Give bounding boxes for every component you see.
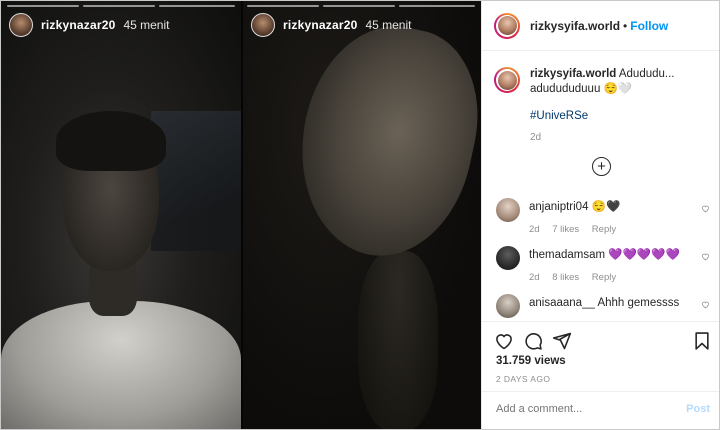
comment-reply[interactable]: Reply — [592, 224, 616, 235]
comment-item: themadamsam 💜💜💜💜💜 2d 8 likes Reply — [496, 246, 716, 285]
comment-avatar[interactable] — [496, 294, 520, 318]
hashtag-link[interactable]: #UniveRSe — [530, 109, 710, 124]
comment-item: anisaaana__ Ahhh gemessss — [496, 294, 716, 318]
background-window — [151, 111, 241, 251]
caption-age: 2d — [530, 132, 542, 143]
load-more-comments-icon[interactable]: + — [592, 157, 611, 176]
heart-icon[interactable] — [701, 300, 710, 309]
comment-avatar[interactable] — [496, 246, 520, 270]
story-progress-bar — [159, 5, 235, 7]
post-caption: rizkysyifa.world Adududu... adudududuuu … — [494, 67, 712, 145]
post-header: rizkysyifa.world • Follow — [482, 1, 719, 51]
comment-likes[interactable]: 8 likes — [552, 272, 579, 283]
story-time: 45 menit — [365, 18, 412, 32]
follow-button[interactable]: Follow — [630, 19, 668, 33]
divider — [482, 391, 719, 392]
comment-age: 2d — [529, 272, 540, 283]
story-progress-bar — [83, 5, 155, 7]
post-sidebar: rizkysyifa.world • Follow rizkysyifa.wor… — [481, 1, 719, 429]
story-username[interactable]: rizkynazar20 — [283, 18, 357, 32]
comment-text: Ahhh gemessss — [597, 297, 680, 309]
story-frame-right: rizkynazar20 45 menit — [243, 1, 481, 429]
comment-item: anjaniptri04 😌🖤 2d 7 likes Reply — [496, 198, 716, 237]
add-comment-input[interactable] — [496, 403, 676, 415]
caption-avatar[interactable] — [494, 67, 520, 93]
story-progress-bar — [323, 5, 395, 7]
man-hair — [56, 111, 166, 171]
post-media[interactable]: rizkynazar20 45 menit rizkynazar20 45 me… — [1, 1, 481, 429]
comment-avatar[interactable] — [496, 198, 520, 222]
story-username[interactable]: rizkynazar20 — [41, 18, 115, 32]
share-icon[interactable] — [552, 331, 572, 351]
post-date: 2 DAYS AGO — [496, 374, 551, 384]
story-time: 45 menit — [123, 18, 170, 32]
comment-reply[interactable]: Reply — [592, 272, 616, 283]
woman-neck — [358, 251, 438, 429]
comment-text: 💜💜💜💜💜 — [608, 249, 680, 261]
divider — [482, 321, 719, 322]
heart-icon[interactable] — [701, 252, 710, 261]
story-progress-bar — [399, 5, 475, 7]
comment-text: 😌🖤 — [591, 201, 621, 213]
story-progress-bar — [7, 5, 79, 7]
post-username[interactable]: rizkysyifa.world — [530, 19, 620, 33]
comment-likes[interactable]: 7 likes — [552, 224, 579, 235]
story-avatar[interactable] — [9, 13, 33, 37]
story-progress-bar — [247, 5, 319, 7]
comment-icon[interactable] — [523, 331, 543, 351]
comment-username[interactable]: anjaniptri04 — [529, 201, 588, 213]
post-comment-button[interactable]: Post — [686, 403, 710, 415]
story-frame-left: rizkynazar20 45 menit — [1, 1, 241, 429]
screenshot-frame: rizkynazar20 45 menit rizkynazar20 45 me… — [0, 0, 720, 430]
like-heart-icon[interactable] — [494, 331, 514, 351]
story-header: rizkynazar20 45 menit — [9, 13, 169, 37]
action-bar — [494, 331, 712, 353]
man-shirt — [1, 301, 241, 429]
comment-username[interactable]: anisaaana__ — [529, 297, 595, 309]
heart-icon[interactable] — [701, 204, 710, 213]
story-avatar[interactable] — [251, 13, 275, 37]
comment-age: 2d — [529, 224, 540, 235]
story-header: rizkynazar20 45 menit — [251, 13, 411, 37]
bookmark-icon[interactable] — [692, 331, 712, 351]
caption-username[interactable]: rizkysyifa.world — [530, 68, 616, 80]
separator-dot: • — [623, 18, 628, 33]
profile-avatar[interactable] — [494, 12, 520, 39]
comment-username[interactable]: themadamsam — [529, 249, 605, 261]
view-count[interactable]: 31.759 views — [496, 355, 566, 367]
